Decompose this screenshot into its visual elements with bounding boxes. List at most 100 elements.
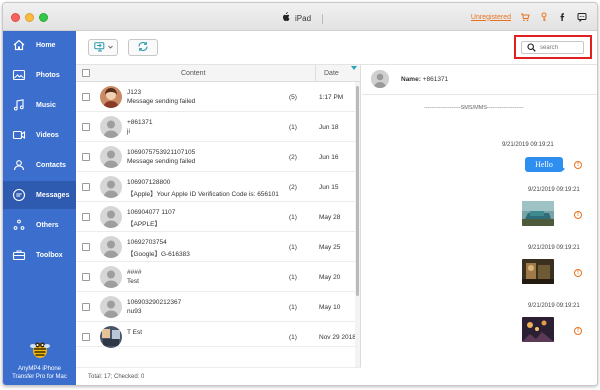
export-to-device-button[interactable] [88, 39, 118, 56]
row-checkbox[interactable] [82, 213, 90, 221]
table-row[interactable]: +861371 ji (1) Jun 18 [76, 112, 356, 142]
search-box[interactable] [521, 41, 584, 54]
row-count: (2) [289, 184, 297, 191]
table-row[interactable]: 10692703754 【Google】G-616383 (1) May 25 [76, 232, 356, 262]
row-date: Nov 29 2018 [319, 334, 356, 341]
sidebar-item-label: Videos [36, 131, 59, 139]
row-count: (1) [289, 304, 297, 311]
table-row[interactable]: 106904077 1107 【APPLE】 (1) May 28 [76, 202, 356, 232]
row-date: May 20 [319, 274, 341, 281]
bubble-tail [561, 166, 565, 172]
window-controls [11, 13, 48, 22]
default-avatar-icon [100, 116, 122, 138]
row-date: Jun 16 [319, 154, 339, 161]
list-summary: Total: 17; Checked: 0 [88, 374, 145, 380]
row-date: May 28 [319, 214, 341, 221]
maximize-button[interactable] [39, 13, 48, 22]
row-checkbox[interactable] [82, 333, 90, 341]
row-title: 10692703754 [127, 239, 167, 246]
list-scrollbar[interactable] [355, 82, 360, 367]
minimize-button[interactable] [25, 13, 34, 22]
table-row[interactable]: 1069075753921107105 Message sending fail… [76, 142, 356, 172]
sidebar-item-label: Home [36, 41, 56, 49]
app-window: iPad Unregistered Home Photos Music Vide… [2, 2, 598, 386]
cart-icon[interactable] [520, 12, 530, 22]
table-row[interactable]: J123 Message sending failed (5) 1:17 PM [76, 82, 356, 112]
row-checkbox[interactable] [82, 273, 90, 281]
contact-avatar [371, 70, 389, 88]
sidebar-item-label: Contacts [36, 161, 66, 169]
row-checkbox[interactable] [82, 183, 90, 191]
name-value: +861371 [422, 76, 449, 83]
row-checkbox[interactable] [82, 303, 90, 311]
sidebar-item-messages[interactable]: Messages [3, 181, 76, 209]
unregistered-link[interactable]: Unregistered [471, 14, 511, 21]
row-preview: 【Apple】Your Apple ID Verification Code i… [127, 191, 279, 198]
refresh-button[interactable] [128, 39, 158, 56]
row-title: 106907128800 [127, 179, 171, 186]
row-preview: ji [127, 128, 130, 135]
message-list: Content Date J123 Message sending failed… [76, 65, 361, 385]
row-date: Jun 18 [319, 124, 339, 131]
sidebar-item-music[interactable]: Music [3, 91, 76, 119]
row-preview: Test [127, 278, 139, 285]
row-count: (1) [289, 124, 297, 131]
row-date: May 10 [319, 304, 341, 311]
row-count: (2) [289, 154, 297, 161]
refresh-icon [137, 41, 149, 54]
table-row[interactable]: #### Test (1) May 20 [76, 262, 356, 292]
chat-icon[interactable] [577, 12, 587, 22]
sidebar-item-home[interactable]: Home [3, 31, 76, 59]
message-image[interactable] [522, 259, 554, 284]
message-timestamp: 9/21/2019 09:19:21 [528, 245, 580, 251]
table-row[interactable]: 106907128800 【Apple】Your Apple ID Verifi… [76, 172, 356, 202]
sidebar-item-photos[interactable]: Photos [3, 61, 76, 89]
device-selector[interactable]: iPad [281, 12, 324, 25]
date-column-header[interactable]: Date [324, 70, 339, 77]
message-timestamp: 9/21/2019 09:19:21 [528, 187, 580, 193]
sidebar-item-others[interactable]: Others [3, 211, 76, 239]
sidebar-item-label: Toolbox [36, 251, 63, 259]
select-all-checkbox[interactable] [82, 69, 90, 77]
message-bubble[interactable]: Hello [525, 157, 563, 172]
sidebar-item-videos[interactable]: Videos [3, 121, 76, 149]
facebook-icon[interactable] [558, 12, 568, 22]
row-checkbox[interactable] [82, 93, 90, 101]
messages-icon [12, 188, 26, 202]
send-failed-icon[interactable]: ! [574, 327, 582, 335]
key-icon[interactable] [539, 12, 549, 22]
sidebar: Home Photos Music Videos Contacts Messag… [3, 31, 76, 385]
home-icon [12, 38, 26, 52]
default-avatar-icon [100, 296, 122, 318]
row-checkbox[interactable] [82, 123, 90, 131]
anymp4-logo [28, 337, 52, 361]
message-text: Hello [535, 160, 553, 169]
scrollbar-thumb[interactable] [356, 86, 359, 296]
default-avatar-icon [100, 146, 122, 168]
sidebar-item-contacts[interactable]: Contacts [3, 151, 76, 179]
sidebar-item-label: Messages [36, 191, 70, 199]
sort-indicator-icon [351, 66, 357, 70]
close-button[interactable] [11, 13, 20, 22]
sidebar-item-toolbox[interactable]: Toolbox [3, 241, 76, 269]
send-failed-icon[interactable]: ! [574, 161, 582, 169]
name-label: Name: [401, 76, 421, 83]
send-failed-icon[interactable]: ! [574, 269, 582, 277]
row-title: 106903290212367 [127, 299, 182, 306]
divider [322, 13, 324, 24]
row-checkbox[interactable] [82, 243, 90, 251]
conversation-panel: Name: +861371 --------------------SMS/MM… [362, 65, 597, 385]
row-date: 1:17 PM [319, 94, 344, 101]
search-input[interactable] [540, 44, 580, 51]
message-image[interactable] [522, 201, 554, 226]
row-checkbox[interactable] [82, 153, 90, 161]
sms-mms-separator: --------------------SMS/MMS-------------… [424, 105, 524, 111]
message-image[interactable] [522, 317, 554, 342]
content-column-header[interactable]: Content [181, 70, 206, 77]
music-icon [12, 98, 26, 112]
row-title: #### [127, 269, 142, 276]
apple-icon [281, 12, 290, 25]
table-row[interactable]: T Est (1) Nov 29 2018 [76, 322, 356, 348]
table-row[interactable]: 106903290212367 nu93 (1) May 10 [76, 292, 356, 322]
send-failed-icon[interactable]: ! [574, 211, 582, 219]
